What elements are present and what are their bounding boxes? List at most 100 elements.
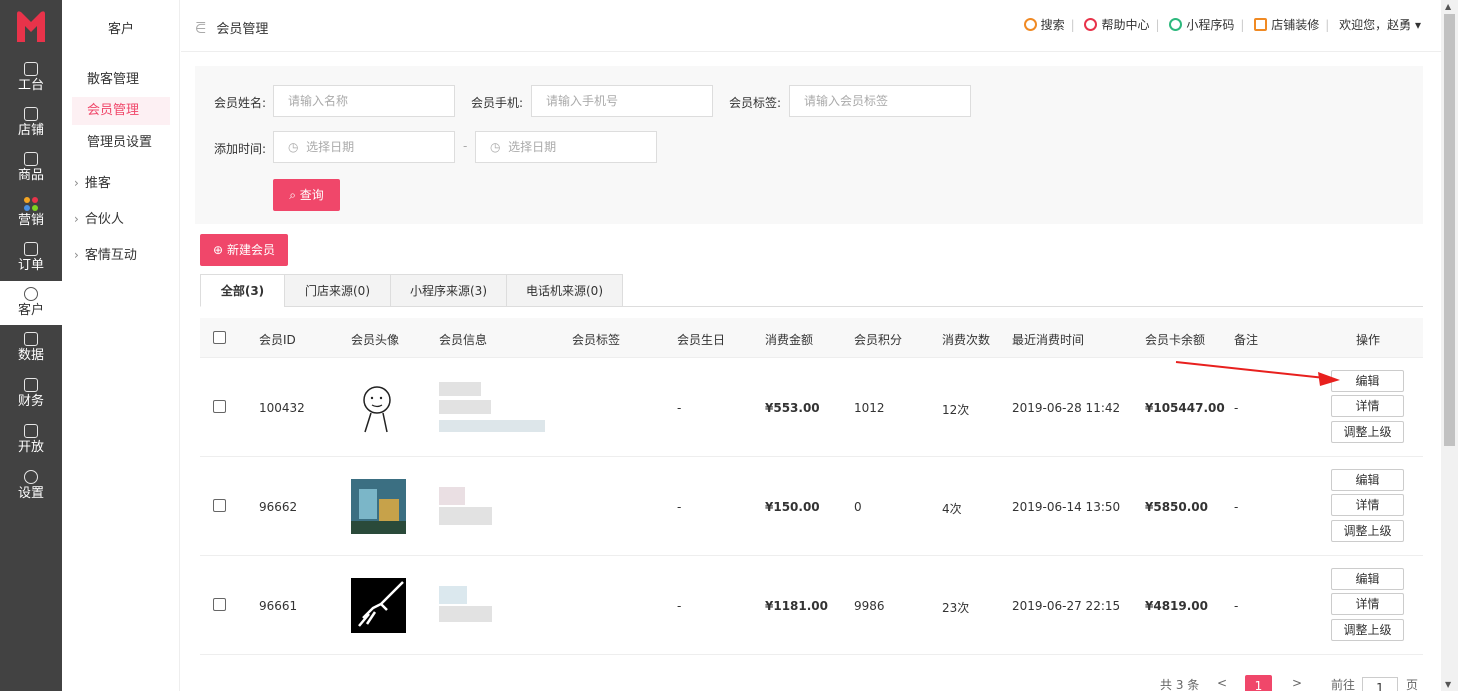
date-separator: -	[463, 139, 468, 153]
code-icon	[24, 424, 38, 438]
help-icon	[1084, 18, 1098, 31]
submenu-item-admins[interactable]: 管理员设置	[72, 129, 170, 157]
tab-miniprogram-source[interactable]: 小程序来源(3)	[390, 274, 507, 307]
rail-item-customers[interactable]: 客户	[0, 281, 62, 325]
column-header: 操作	[1356, 333, 1381, 347]
chart-icon	[24, 332, 38, 346]
row-checkbox[interactable]	[213, 499, 226, 512]
edit-button[interactable]: 编辑	[1331, 568, 1404, 590]
submenu-item-walkin[interactable]: 散客管理	[72, 66, 170, 94]
tag-label: 会员标签:	[729, 96, 782, 110]
rail-item-finance[interactable]: 财务	[0, 372, 62, 416]
submenu-group-partners[interactable]: › 合伙人	[74, 208, 124, 227]
spend-count: 12次	[942, 403, 970, 417]
rail-item-goods[interactable]: 商品	[0, 146, 62, 190]
shop-decoration-link[interactable]: 店铺装修	[1254, 18, 1319, 32]
brand-logo	[17, 11, 45, 43]
name-label: 会员姓名:	[214, 96, 267, 110]
scroll-down-icon[interactable]: ▼	[1445, 680, 1451, 689]
spend-amount: ¥553.00	[765, 401, 820, 415]
pager-prev[interactable]: <	[1217, 676, 1227, 690]
query-button[interactable]: ⌕ 查询	[273, 179, 340, 211]
adjust-superior-button[interactable]: 调整上级	[1331, 619, 1404, 641]
rail-item-workbench[interactable]: 工台	[0, 56, 62, 100]
monitor-icon	[24, 62, 38, 76]
clock-icon: ◷	[490, 140, 501, 154]
phone-input[interactable]: 请输入手机号	[531, 85, 713, 117]
row-checkbox[interactable]	[213, 598, 226, 611]
pager-next[interactable]: >	[1292, 676, 1302, 690]
group-label: 合伙人	[84, 212, 124, 227]
rail-item-shop[interactable]: 店铺	[0, 101, 62, 145]
rail-item-data[interactable]: 数据	[0, 326, 62, 370]
member-info-blurred	[439, 586, 467, 604]
miniprogram-code-link[interactable]: 小程序码	[1169, 18, 1234, 32]
pager-total: 共 3 条	[1160, 678, 1200, 691]
rail-item-orders[interactable]: 订单	[0, 236, 62, 280]
search-link[interactable]: 搜索	[1023, 18, 1065, 32]
detail-button[interactable]: 详情	[1331, 494, 1404, 516]
search-icon: ⌕	[289, 188, 296, 202]
member-info-blurred	[439, 606, 492, 622]
scroll-thumb[interactable]	[1444, 14, 1455, 446]
column-header: 会员生日	[677, 333, 726, 347]
tag-input[interactable]: 请输入会员标签	[789, 85, 971, 117]
main-nav-rail: 工台 店铺 商品 营销 订单 客户 数据 财务 开放 设置	[0, 0, 62, 691]
top-links: 搜索 | 帮助中心 | 小程序码 | 店铺装修 | 欢迎您，赵勇 ▾	[1023, 16, 1421, 33]
submenu-group-promoters[interactable]: › 推客	[74, 172, 111, 191]
apps-icon	[24, 197, 38, 211]
menu-collapse-icon[interactable]: ⋶	[195, 22, 206, 37]
rail-item-open[interactable]: 开放	[0, 418, 62, 462]
chevron-right-icon: ›	[74, 212, 79, 226]
detail-button[interactable]: 详情	[1331, 395, 1404, 417]
group-label: 推客	[84, 176, 111, 191]
brush-icon	[1254, 18, 1268, 31]
tab-all[interactable]: 全部(3)	[200, 274, 285, 307]
submenu-title: 客户	[107, 22, 134, 37]
tab-store-source[interactable]: 门店来源(0)	[284, 274, 391, 307]
detail-button[interactable]: 详情	[1331, 593, 1404, 615]
vertical-scrollbar[interactable]: ▲ ▼	[1441, 0, 1458, 691]
member-birthday: -	[677, 401, 682, 415]
end-date-input[interactable]: ◷ 选择日期	[475, 131, 657, 163]
spend-count: 4次	[942, 502, 962, 516]
table-row: 96661 - ¥1181.00 9986 23次 2019-06-27 22:…	[200, 556, 1423, 655]
new-member-button[interactable]: ⊕ 新建会员	[200, 234, 288, 266]
help-link[interactable]: 帮助中心	[1084, 18, 1149, 32]
start-date-input[interactable]: ◷ 选择日期	[273, 131, 455, 163]
caret-down-icon: ▾	[1414, 18, 1421, 32]
spend-amount: ¥1181.00	[765, 599, 829, 613]
tab-phone-source[interactable]: 电话机来源(0)	[506, 274, 623, 307]
member-id: 96661	[259, 599, 298, 613]
user-menu[interactable]: 欢迎您，赵勇 ▾	[1339, 18, 1421, 32]
member-birthday: -	[677, 599, 682, 613]
submenu-item-members[interactable]: 会员管理	[72, 97, 170, 125]
edit-button[interactable]: 编辑	[1331, 370, 1404, 392]
column-header: 消费次数	[942, 333, 991, 347]
row-checkbox[interactable]	[213, 400, 226, 413]
adjust-superior-button[interactable]: 调整上级	[1331, 421, 1404, 443]
adjust-superior-button[interactable]: 调整上级	[1331, 520, 1404, 542]
name-input[interactable]: 请输入名称	[273, 85, 455, 117]
column-header: 消费金额	[765, 333, 814, 347]
column-header: 会员ID	[259, 333, 296, 347]
column-header: 会员信息	[439, 333, 488, 347]
member-points: 0	[854, 500, 862, 514]
table-row: 100432 - ¥553.00 1012 12次 2019-06-28 11:…	[200, 358, 1423, 457]
scroll-up-icon[interactable]: ▲	[1445, 2, 1451, 11]
order-icon	[24, 242, 38, 256]
select-all-checkbox[interactable]	[213, 331, 226, 344]
rail-item-marketing[interactable]: 营销	[0, 191, 62, 235]
edit-button[interactable]: 编辑	[1331, 469, 1404, 491]
submenu-group-interaction[interactable]: › 客情互动	[74, 244, 137, 263]
user-icon	[24, 287, 38, 301]
rail-item-settings[interactable]: 设置	[0, 464, 62, 508]
column-header: 会员头像	[351, 333, 400, 347]
pager-current-page[interactable]: 1	[1245, 675, 1272, 691]
card-balance: ¥5850.00	[1145, 500, 1209, 514]
bag-icon	[24, 152, 38, 166]
column-header: 最近消费时间	[1012, 333, 1085, 347]
column-header: 会员卡余额	[1145, 333, 1206, 347]
pager-goto-input[interactable]: 1	[1362, 677, 1398, 691]
member-info-blurred	[439, 507, 492, 525]
